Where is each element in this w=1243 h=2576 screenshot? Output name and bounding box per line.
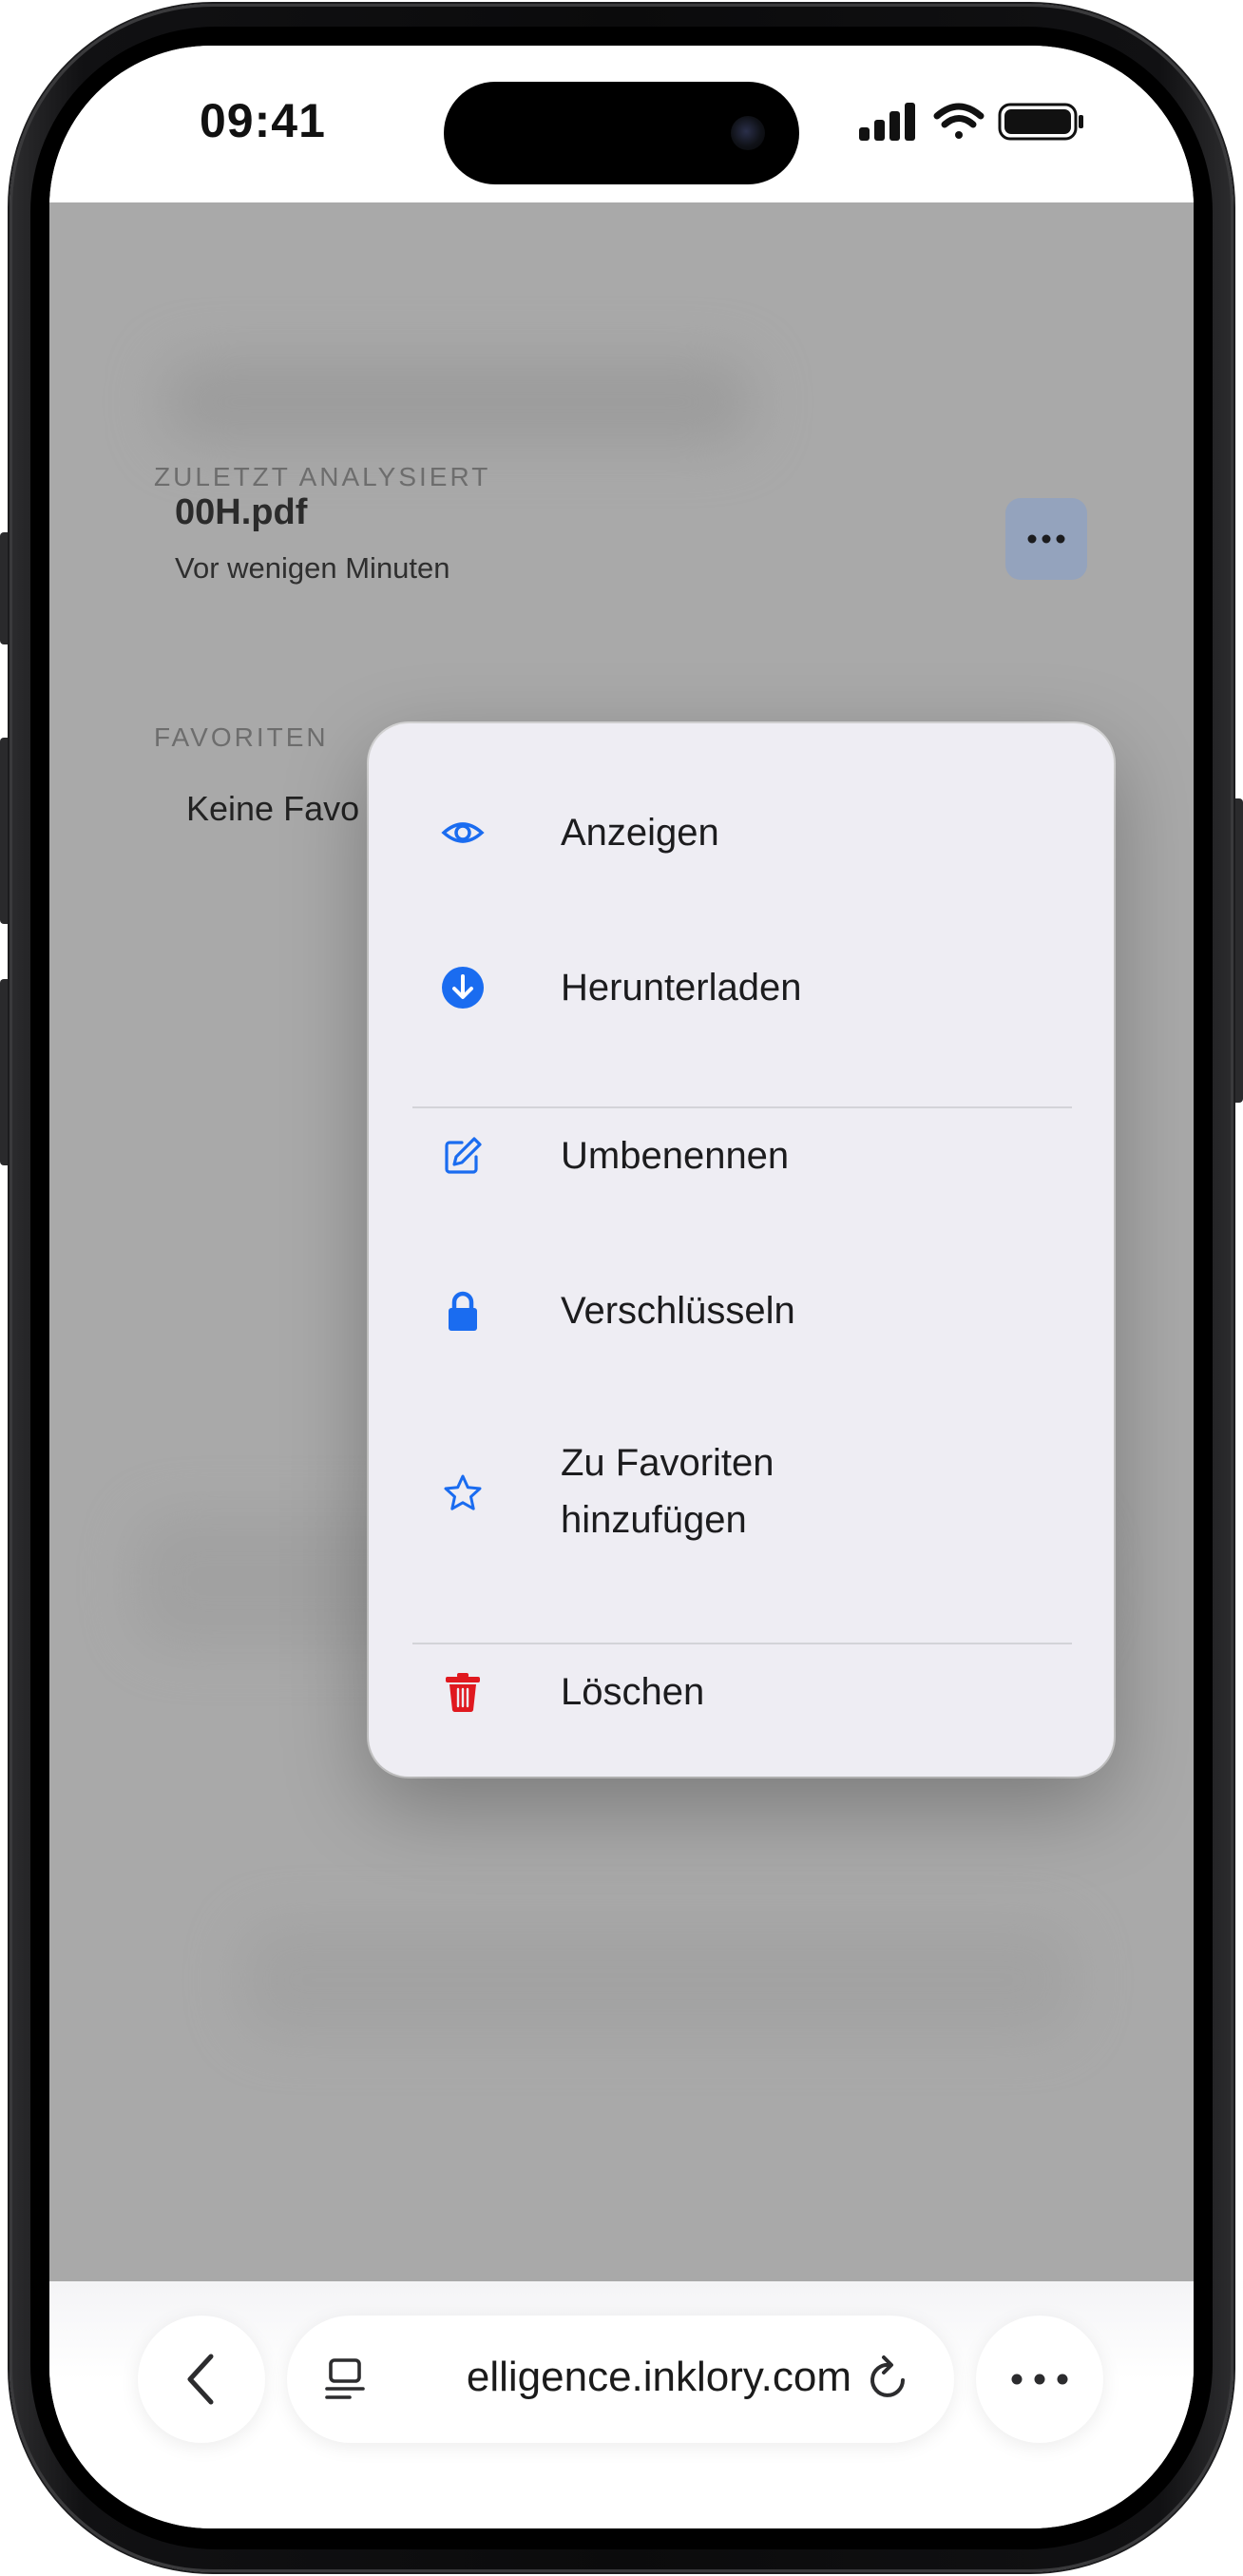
menu-item-download[interactable]: Herunterladen [369, 945, 1114, 1030]
address-bar-url: elligence.inklory.com [466, 2354, 851, 2400]
cellular-signal-icon [859, 103, 915, 141]
blurred-header [163, 359, 753, 445]
star-icon [444, 1474, 482, 1510]
menu-label-delete: Löschen [561, 1671, 705, 1713]
wifi-icon [933, 103, 985, 139]
front-camera [731, 116, 765, 150]
recent-section-label: ZULETZT ANALYSIERT [154, 462, 491, 491]
screen: 09:41 ZULETZT ANALYSIERT 00H.pdf Vor wen… [49, 46, 1194, 2528]
more-options-button[interactable] [1005, 498, 1087, 580]
menu-item-add-favorite[interactable]: Zu Favoriten hinzufügen [369, 1427, 1114, 1560]
reload-icon[interactable] [865, 2354, 912, 2405]
address-bar[interactable]: elligence.inklory.com [287, 2316, 954, 2443]
menu-divider [412, 1106, 1072, 1108]
lock-icon [449, 1291, 477, 1331]
menu-item-delete[interactable]: Löschen [369, 1649, 1114, 1735]
recent-file-time: Vor wenigen Minuten [175, 551, 450, 585]
menu-label-encrypt: Verschlüsseln [561, 1290, 795, 1332]
menu-item-view[interactable]: Anzeigen [369, 790, 1114, 875]
eye-icon [441, 822, 485, 843]
recent-file-name[interactable]: 00H.pdf [175, 492, 307, 533]
status-bar: 09:41 [49, 46, 1194, 202]
ellipsis-icon [1027, 534, 1065, 544]
menu-label-view: Anzeigen [561, 812, 719, 854]
context-menu: Anzeigen Herunterladen Umbenennen Versch… [369, 723, 1114, 1777]
menu-divider [412, 1643, 1072, 1644]
status-icons [859, 99, 1097, 146]
status-time: 09:41 [200, 94, 326, 147]
favorites-section-label: FAVORITEN [154, 722, 329, 752]
edit-icon [445, 1137, 482, 1174]
menu-label-download: Herunterladen [561, 967, 802, 1009]
ellipsis-icon [1011, 2374, 1068, 2385]
menu-item-rename[interactable]: Umbenennen [369, 1113, 1114, 1199]
status-icons-svg [859, 103, 1083, 141]
menu-item-encrypt[interactable]: Verschlüsseln [369, 1268, 1114, 1354]
menu-label-rename: Umbenennen [561, 1135, 790, 1177]
dynamic-island [444, 82, 799, 184]
phone-device: 09:41 ZULETZT ANALYSIERT 00H.pdf Vor wen… [0, 0, 1243, 2576]
page-menu-icon [325, 2358, 365, 2399]
trash-icon [446, 1673, 480, 1713]
battery-icon [998, 103, 1083, 141]
menu-label-add-favorite: Zu Favoriten hinzufügen [561, 1442, 774, 1541]
download-icon [442, 967, 484, 1009]
chevron-left-icon [187, 2354, 214, 2405]
more-menu-button[interactable] [976, 2316, 1103, 2443]
blurred-card [239, 1923, 1076, 2037]
favorites-empty-text: Keine Favo [186, 789, 360, 828]
back-button[interactable] [138, 2316, 265, 2443]
